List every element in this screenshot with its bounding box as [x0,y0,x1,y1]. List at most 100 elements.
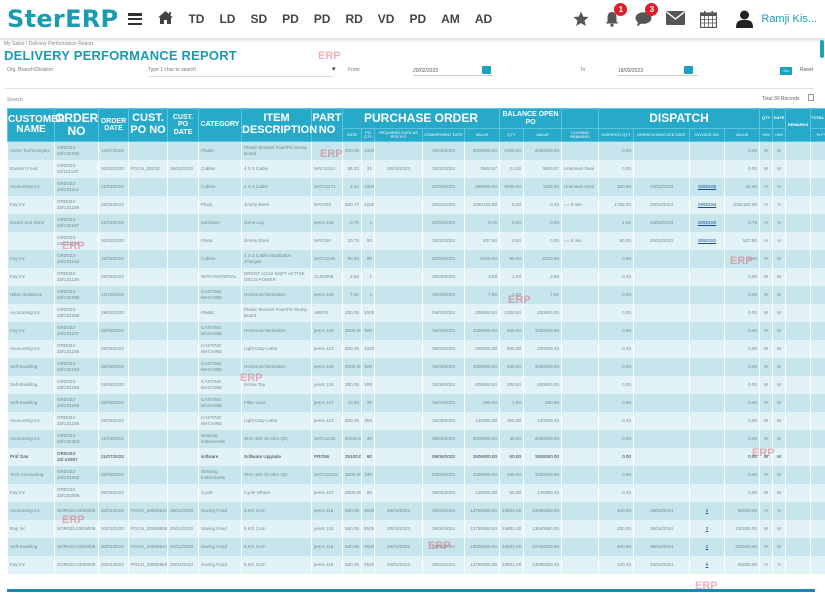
nav-item-pd[interactable]: PD [282,12,299,26]
search-label[interactable]: Search [7,97,23,103]
table-row[interactable]: Accounting Inc ORD022-23/C01166 03/08/2023… [7,411,825,430]
cell-customer-name: Self-Enabling [7,375,55,394]
invoice-link[interactable]: 8 [706,562,709,567]
table-row[interactable]: Accounting Inc ORD022-23/C01168 03/08/2023… [7,339,825,358]
table-row[interactable]: Fay Inc ORD022-23/C01142 16/02/2023 Cables 4… [7,249,825,268]
cell-balance-qty: 60.00 [499,447,524,466]
mail-icon[interactable] [666,11,686,27]
breadcrumb[interactable]: My Sales \ Delivery Performance Report [4,41,93,47]
col-po-qty[interactable]: PO QTY [361,128,375,142]
cell-category: CASTING MACHINE [198,393,242,412]
col-balance-qty[interactable]: QTY [499,128,525,142]
export-icon[interactable] [808,94,814,101]
page-scrollbar[interactable] [820,40,824,58]
nav-item-am[interactable]: AM [441,12,460,26]
chat-icon[interactable]: 3 [635,3,659,27]
table-row[interactable]: Fay Inc ORD022-23/C01130 03/08/2023 WITH MA… [7,267,825,286]
cell-qty-hm: M [759,249,773,268]
table-row[interactable]: Ray Inc SOR022-23/00008 20/01/2023 POCH_200… [7,519,825,538]
table-row[interactable]: Self-Enabling ORD022-23/C01184 03/08/2023 C… [7,357,825,376]
horizontal-scrollbar[interactable] [7,589,815,592]
col-remarks[interactable]: REMARKS [785,108,812,142]
nav-item-pd[interactable]: PD [409,12,426,26]
invoice-link[interactable]: S050183 [698,220,716,225]
invoice-link[interactable]: 2 [706,544,709,549]
invoice-link[interactable]: S050184 [698,202,716,207]
from-date-input[interactable]: 20/02/2023 [413,65,493,76]
col-cust-po-no[interactable]: CUST. PO NO [128,108,168,142]
cell-balance-value: 7.00 [523,285,562,304]
table-row[interactable]: Self-Enabling ORD022-23/C01189 03/08/2023 C… [7,375,825,394]
cell-dispatch-qty: 400.00 [598,537,634,556]
col-invoice-no[interactable]: INVOICE NO [689,128,726,142]
table-row[interactable]: Export and Sons ORD022-23/C01197 21/02/202… [7,213,825,232]
nav-item-ld[interactable]: LD [219,12,235,26]
col-balance-value[interactable]: VALUE [523,128,563,142]
cell-invoice-date [633,465,690,484]
invoice-link[interactable]: 5 [706,508,709,513]
table-row[interactable]: Accounting Inc ORD022-23/C01303 11/04/2023… [7,429,825,448]
col-closing-remarks[interactable]: CLOSING REMARKS [561,128,600,142]
table-row[interactable]: Acme Technologies ORD022-23/C01084 14/07/2… [7,141,825,160]
hamburger-icon[interactable] [128,13,143,25]
col-order-date[interactable]: ORDER DATE [98,108,129,142]
table-row[interactable]: Fay Inc ORD022-23/C01107 03/08/2023 CASTING… [7,321,825,340]
table-row[interactable]: Hilton Solutions ORD022-23/C01095 12/10/20… [7,285,825,304]
col-cust-po-date[interactable]: CUST. PO DATE [167,108,199,142]
table-row[interactable]: Fay Inc ORD022-23/C01196 26/02/2023 Plaza Ji… [7,195,825,214]
user-menu[interactable]: Ramji Kis... [736,10,817,28]
calendar-icon[interactable] [700,11,718,29]
table-row[interactable]: Fay Inc SOR022-23/00008 20/01/2023 POCH_200… [7,555,825,574]
app-logo[interactable]: SterERP [7,5,118,33]
table-row[interactable]: Accounting Inc ORD022-23/C01068 29/03/2022… [7,303,825,322]
cell-dispatch-qty: 0.00 [598,483,634,502]
nav-item-td[interactable]: TD [188,12,204,26]
table-row[interactable]: Prof Gas ORD022-23/-22997 21/07/2022 softwa… [7,447,825,466]
cell-dispatch-qty: 0.00 [598,393,634,412]
cell-remarks [785,231,811,250]
bell-icon[interactable]: 1 [604,3,628,27]
type-search-input[interactable]: Type 1 char to search [148,67,333,77]
col-commitment-date[interactable]: COMMITMENT DATE [422,128,465,142]
nav-item-vd[interactable]: VD [378,12,395,26]
col-dispatch-qty[interactable]: DISPATCH QTY [598,128,635,142]
cell-commitment-date: 20/02/2023 [422,231,465,250]
col-required-date[interactable]: REQUIRED DATE AS PER P.O [374,128,423,142]
from-calendar-icon[interactable] [482,66,491,74]
nav-item-rd[interactable]: RD [345,12,362,26]
table-row[interactable]: Eastern Food ORD022-22/112137 20/02/2023 PO… [7,159,825,178]
table-row[interactable]: Accounting Inc ORD022-23/C01114 21/02/2023… [7,177,825,196]
col-qty-hm[interactable]: H/M [759,128,774,142]
table-row[interactable]: Tech Accounting ORD022-23/C01002 03/08/202… [7,465,825,484]
col-date-hm[interactable]: H/M [772,128,787,142]
nav-item-ad[interactable]: AD [475,12,492,26]
invoice-link[interactable]: S050182 [698,238,716,243]
group-qty: QTY [759,108,774,129]
col-hit-pct[interactable]: % FY [810,128,825,142]
col-po-value[interactable]: VALUE [463,128,501,142]
col-category[interactable]: CATEGORY [198,108,242,142]
reset-button[interactable]: Reset [800,67,813,73]
cell-part-no: jeevs 127 [311,393,343,412]
invoice-link[interactable]: 3 [706,526,709,531]
star-icon[interactable] [573,11,589,27]
dropdown-caret-icon[interactable]: ▾ [332,65,336,73]
col-dispatch-value[interactable]: VALUE [724,128,761,142]
go-button[interactable]: Go [780,67,792,75]
table-row[interactable]: Self-Enabling ORD022-23/C01188 03/08/2023 C… [7,393,825,412]
table-row[interactable]: Fay Inc ORD022-23/C02006 05/09/2023 Cycle Cy… [7,483,825,502]
cell-commitment-date: 26/03/2024 [422,537,465,556]
col-order-no[interactable]: ORDER NO [54,108,99,142]
nav-item-pd[interactable]: PD [314,12,331,26]
col-rate[interactable]: RATE [342,128,362,142]
table-row[interactable]: Self-Enabling SOR022-23/00008 20/01/2023 PO… [7,537,825,556]
table-row[interactable]: Accounting Inc SOR022-23/00008 20/01/2023 P… [7,501,825,520]
invoice-link[interactable]: S050185 [698,184,716,189]
to-calendar-icon[interactable] [684,66,693,74]
col-invoice-date[interactable]: DISPATCH/INVOICE DATE [633,128,691,142]
col-item-description[interactable]: ITEM DESCRIPTION [241,108,317,142]
table-row[interactable]: ORD022-23/C01198 20/02/2023 Plaza Jimmy Ros… [7,231,825,250]
col-customer-name[interactable]: CUSTOMER NAME [7,108,65,142]
home-icon[interactable] [158,10,174,28]
nav-item-sd[interactable]: SD [250,12,267,26]
